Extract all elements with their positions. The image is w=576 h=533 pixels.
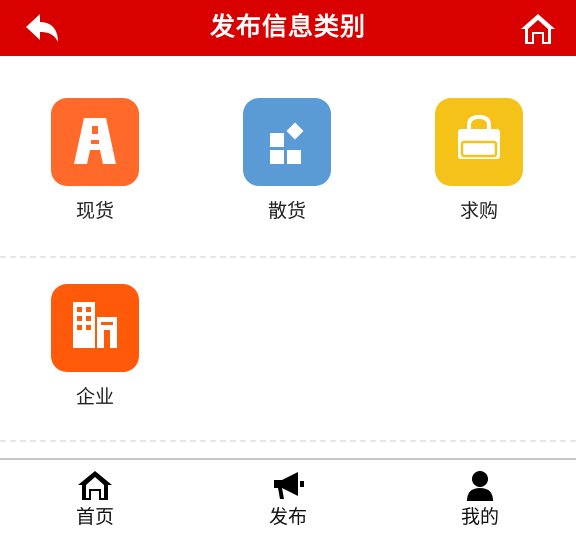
category-tile-spot[interactable]: 现货: [30, 72, 160, 222]
home-icon[interactable]: [520, 12, 556, 46]
category-tile-enterprise[interactable]: 企业: [30, 258, 160, 408]
category-label: 求购: [459, 200, 498, 222]
shopping-bag-icon: [435, 98, 523, 186]
page-title: 发布信息类别: [209, 12, 366, 41]
section-divider: [0, 440, 576, 442]
category-label: 企业: [75, 386, 114, 408]
road-letter-a-icon: [51, 98, 139, 186]
nav-label: 我的: [460, 506, 499, 528]
user-icon: [462, 470, 498, 502]
app-root: 发布信息类别 现货 散货 求购 企业 首页 发布 我的: [0, 0, 576, 533]
nav-item-home[interactable]: 首页: [35, 460, 155, 533]
nav-label: 首页: [75, 506, 114, 528]
building-icon: [51, 284, 139, 372]
bottom-nav: 首页 发布 我的: [0, 458, 576, 533]
home-icon: [77, 470, 113, 502]
header-bar: 发布信息类别: [0, 0, 576, 56]
category-label: 散货: [267, 200, 306, 222]
category-row-1: 现货 散货 求购: [0, 72, 576, 256]
category-label: 现货: [75, 200, 114, 222]
nav-item-publish[interactable]: 发布: [228, 460, 348, 533]
blocks-icon: [243, 98, 331, 186]
nav-label: 发布: [268, 506, 307, 528]
category-row-2: 企业: [0, 258, 576, 442]
category-tile-bulk[interactable]: 散货: [222, 72, 352, 222]
megaphone-icon: [270, 470, 306, 502]
nav-item-mine[interactable]: 我的: [420, 460, 540, 533]
category-tile-wanted[interactable]: 求购: [414, 72, 544, 222]
